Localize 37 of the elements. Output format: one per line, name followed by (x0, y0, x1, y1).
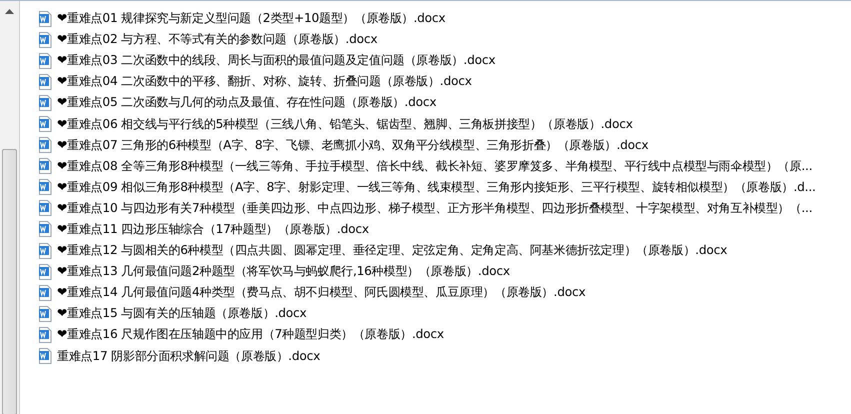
file-name[interactable]: ❤重难点02 与方程、不等式有关的参数问题（原卷版）.docx (57, 31, 378, 48)
file-name[interactable]: ❤重难点06 相交线与平行线的5种模型（三线八角、铅笔头、锯齿型、翘脚、三角板拼接型）（原卷版）.docx (57, 116, 633, 133)
file-name[interactable]: ❤重难点01 规律探究与新定义型问题（2类型+10题型）（原卷版）.docx (57, 10, 446, 28)
file-name[interactable]: ❤重难点11 四边形压轴综合（17种题型）（原卷版）.docx (57, 220, 369, 238)
file-name[interactable]: 重难点17 阴影部分面积求解问题（原卷版）.docx (57, 348, 320, 365)
document-icon (38, 10, 52, 27)
file-name[interactable]: ❤重难点07 三角形的6种模型（A字、8字、飞镖、老鹰抓小鸡、双角平分线模型、三角形折叠）（原卷版）.docx (57, 136, 648, 154)
document-icon (38, 52, 52, 69)
document-icon (38, 242, 52, 259)
file-name[interactable]: ❤重难点15 与圆有关的压轴题（原卷版）.docx (57, 305, 307, 322)
document-icon (38, 94, 52, 111)
document-icon (38, 348, 52, 364)
document-icon (38, 200, 52, 216)
document-icon (38, 221, 52, 238)
file-name[interactable]: ❤重难点05 二次函数与几何的动点及最值、存在性问题（原卷版）.docx (57, 94, 436, 112)
file-name[interactable]: ❤重难点09 相似三角形8种模型（A字、8字、射影定理、一线三等角、线束模型、三角形内接矩形、三平行模型、旋转相似模型）（原卷版）.d... (57, 178, 816, 196)
document-icon (38, 284, 52, 301)
file-name[interactable]: ❤重难点08 全等三角形8种模型（一线三等角、手拉手模型、倍长中线、截长补短、婆罗摩笈多、半角模型、平行线中点模型与雨伞模型）（原... (57, 158, 812, 175)
file-name[interactable]: ❤重难点12 与圆相关的6种模型（四点共圆、圆幂定理、垂径定理、定弦定角、定角定高、阿基米德折弦定理）（原卷版）.docx (57, 242, 728, 260)
file-name[interactable]: ❤重难点16 尺规作图在压轴题中的应用（7种题型归类）（原卷版）.docx (57, 326, 444, 344)
document-icon (38, 32, 52, 48)
document-icon (38, 158, 52, 174)
file-name[interactable]: ❤重难点14 几何最值问题4种类型（费马点、胡不归模型、阿氏圆模型、瓜豆原理）（原卷版）.docx (57, 284, 586, 302)
file-name[interactable]: ❤重难点04 二次函数中的平移、翻折、对称、旋转、折叠问题（原卷版）.docx (57, 73, 472, 90)
document-icon (38, 326, 52, 343)
document-icon (38, 74, 52, 90)
file-name[interactable]: ❤重难点03 二次函数中的线段、周长与面积的最值问题及定值问题（原卷版）.docx (57, 52, 496, 70)
document-icon (38, 137, 52, 154)
file-name[interactable]: ❤重难点10 与四边形有关7种模型（垂美四边形、中点四边形、梯子模型、正方形半角模型、四边形折叠模型、十字架模型、对角互补模型）（... (57, 200, 812, 217)
document-icon (38, 116, 52, 132)
document-icon (38, 306, 52, 322)
document-icon (38, 179, 52, 196)
file-name[interactable]: ❤重难点13 几何最值问题2种题型（将军饮马与蚂蚁爬行,16种模型）（原卷版）.docx (57, 263, 510, 280)
scrollbar[interactable] (0, 1, 20, 414)
document-icon (38, 264, 52, 280)
scrollbar-thumb[interactable] (2, 149, 17, 414)
up-arrow-icon[interactable] (5, 9, 14, 14)
